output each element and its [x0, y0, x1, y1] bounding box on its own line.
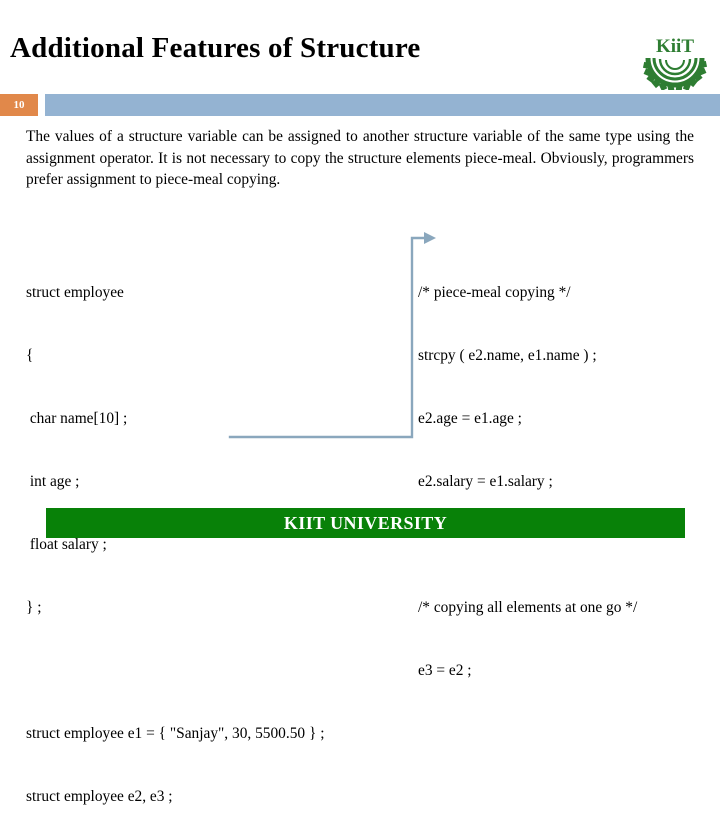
kiit-logo: KiiT	[642, 28, 708, 93]
code-line: int age ;	[26, 473, 80, 490]
code-line: strcpy ( e2.name, e1.name ) ;	[418, 347, 597, 364]
code-line: e2.salary = e1.salary ;	[418, 473, 553, 490]
code-block-copying: /* piece-meal copying */ strcpy ( e2.nam…	[418, 240, 637, 702]
slide-number-badge: 10	[0, 94, 38, 116]
footer-label: KIIT UNIVERSITY	[283, 513, 448, 533]
code-line: {	[26, 347, 34, 364]
code-line: e2.age = e1.age ;	[418, 410, 522, 427]
kiit-logo-wordmark: KiiT	[656, 36, 694, 57]
code-line: /* copying all elements at one go */	[418, 599, 638, 616]
code-line: struct employee e1 = { "Sanjay", 30, 550…	[26, 725, 325, 742]
code-line: struct employee e2, e3 ;	[26, 788, 173, 805]
code-line: } ;	[26, 599, 42, 616]
header-divider-bar	[45, 94, 720, 116]
code-line: /* piece-meal copying */	[418, 284, 571, 301]
footer-bar: KIIT UNIVERSITY	[46, 508, 685, 538]
code-line: char name[10] ;	[26, 410, 128, 427]
intro-paragraph: The values of a structure variable can b…	[26, 128, 694, 188]
kiit-logo-graphic: KiiT	[642, 36, 708, 93]
code-line: struct employee	[26, 284, 124, 301]
code-line: e3 = e2 ;	[418, 662, 472, 679]
page-title: Additional Features of Structure	[10, 32, 421, 64]
